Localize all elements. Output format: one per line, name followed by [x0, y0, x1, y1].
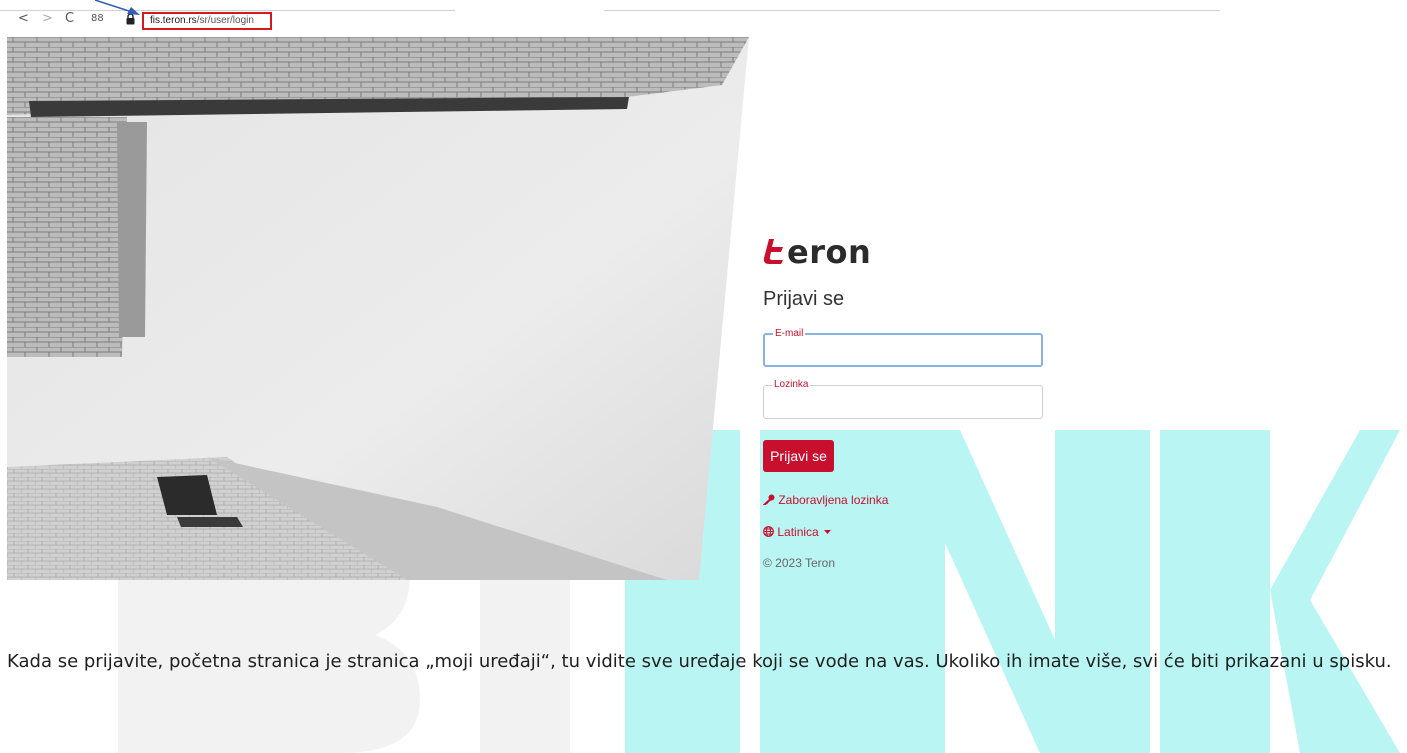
copyright: © 2023 Teron [763, 556, 836, 570]
password-field[interactable]: Lozinka [763, 379, 1043, 419]
logo-mark-icon [763, 239, 783, 264]
email-field[interactable]: E-mail [763, 328, 1043, 367]
building-photo [7, 37, 749, 580]
login-button[interactable]: Prijavi se [763, 440, 834, 472]
forgot-password-label: Zaboravljena lozinka [778, 493, 889, 507]
url-path: /sr/user/login [196, 15, 254, 26]
browser-toolbar: < > C 88 fis.teron.rs/sr/user/login [0, 0, 1220, 30]
language-label: Latinica [777, 525, 819, 539]
login-title: Prijavi se [763, 288, 845, 310]
password-label: Lozinka [772, 379, 811, 391]
language-switcher[interactable]: Latinica [763, 525, 832, 539]
globe-icon [763, 526, 774, 537]
caret-down-icon [824, 530, 832, 534]
logo-text: eron [787, 233, 872, 271]
document-paragraph: Kada se prijavite, početna stranica je s… [7, 651, 1392, 672]
toolbar-divider [604, 10, 1220, 11]
annotation-arrow [94, 0, 140, 15]
email-label: E-mail [773, 328, 806, 340]
address-bar[interactable]: fis.teron.rs/sr/user/login [142, 12, 272, 30]
key-icon [762, 494, 775, 506]
forgot-password-link[interactable]: Zaboravljena lozinka [762, 493, 889, 507]
